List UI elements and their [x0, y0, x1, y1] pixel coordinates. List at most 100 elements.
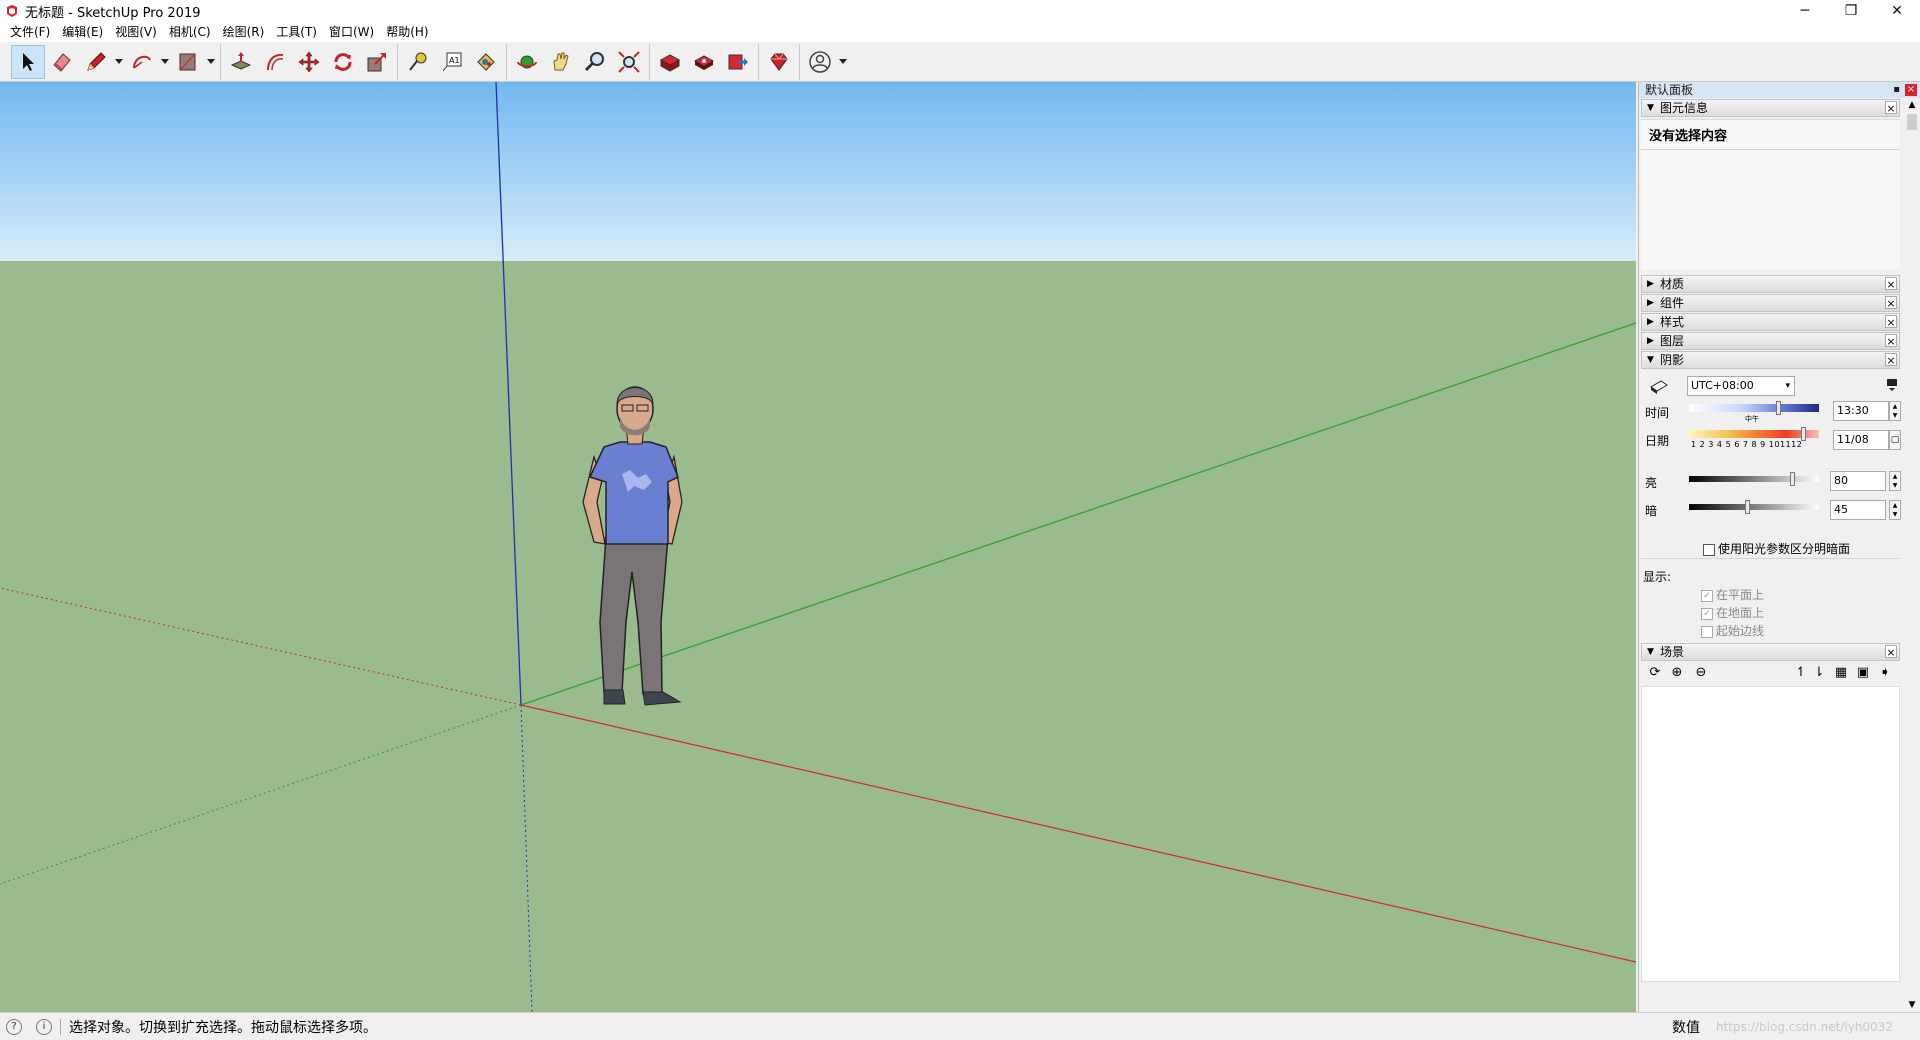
menu-window[interactable]: 窗口(W): [323, 22, 380, 42]
paint-bucket-tool-button[interactable]: [469, 45, 503, 79]
show-details-icon[interactable]: ➧: [1877, 665, 1893, 681]
tray-scrollbar[interactable]: ▲ ▼: [1904, 98, 1920, 1012]
light-field[interactable]: 80: [1830, 471, 1886, 491]
on-faces-row[interactable]: ✓ 在平面上: [1701, 586, 1764, 603]
eraser-tool-button[interactable]: [45, 45, 79, 79]
extension-warehouse-button[interactable]: [687, 45, 721, 79]
use-sun-checkbox[interactable]: [1703, 543, 1715, 556]
account-dropdown[interactable]: [837, 45, 849, 79]
pin-icon[interactable]: ▪: [1893, 82, 1900, 98]
panel-close-button[interactable]: ×: [1885, 315, 1897, 329]
account-button[interactable]: [803, 45, 837, 79]
move-scene-down-icon[interactable]: ⇂: [1811, 665, 1827, 681]
shape-dropdown[interactable]: [205, 45, 217, 79]
view-options-icon[interactable]: ▦: [1833, 665, 1849, 681]
scene-canvas[interactable]: [0, 82, 1636, 1012]
date-slider-track[interactable]: [1689, 430, 1819, 438]
panel-close-button[interactable]: ×: [1885, 645, 1897, 659]
light-slider-thumb[interactable]: [1790, 472, 1795, 486]
arc-dropdown[interactable]: [159, 45, 171, 79]
scenes-panel-header[interactable]: ▼ 场景 ×: [1641, 643, 1900, 661]
date-field[interactable]: 11/08: [1833, 430, 1889, 450]
panel-close-button[interactable]: ×: [1885, 296, 1897, 310]
scroll-up-icon[interactable]: ▲: [1904, 98, 1920, 112]
timezone-select[interactable]: UTC+08:00 ▾: [1687, 376, 1795, 396]
from-edges-row[interactable]: 起始边线: [1701, 622, 1764, 639]
expand-arrow-icon: ▶: [1647, 336, 1654, 346]
panel-close-button[interactable]: ×: [1885, 334, 1897, 348]
move-scene-up-icon[interactable]: ↿: [1793, 665, 1809, 681]
measurements-box[interactable]: https://blog.csdn.net/lyh0032: [1708, 1016, 1918, 1038]
maximize-button[interactable]: ❐: [1828, 0, 1874, 22]
on-ground-row[interactable]: ✓ 在地面上: [1701, 604, 1764, 621]
dark-slider-thumb[interactable]: [1744, 500, 1750, 514]
light-spinner[interactable]: ▲ ▼: [1889, 471, 1901, 491]
time-field[interactable]: 13:30: [1833, 401, 1889, 421]
menu-camera[interactable]: 相机(C): [163, 22, 217, 42]
components-panel-header[interactable]: ▶ 组件 ×: [1641, 294, 1900, 312]
3d-warehouse-button[interactable]: [653, 45, 687, 79]
text-tool-button[interactable]: A1: [435, 45, 469, 79]
model-viewport[interactable]: [0, 82, 1636, 1012]
scale-tool-button[interactable]: [360, 45, 394, 79]
tape-measure-tool-button[interactable]: [401, 45, 435, 79]
light-slider-track[interactable]: [1689, 476, 1819, 482]
scene-list[interactable]: [1641, 686, 1900, 982]
line-dropdown[interactable]: [113, 45, 125, 79]
pan-tool-button[interactable]: [544, 45, 578, 79]
menu-file[interactable]: 文件(F): [4, 22, 56, 42]
add-scene-icon[interactable]: ⊕: [1669, 665, 1685, 681]
menu-edit[interactable]: 编辑(E): [56, 22, 109, 42]
zoom-tool-button[interactable]: [578, 45, 612, 79]
entity-info-panel-header[interactable]: ▼ 图元信息 ×: [1641, 99, 1900, 117]
arc-tool-button[interactable]: [125, 45, 159, 79]
calendar-button[interactable]: ▢: [1889, 430, 1901, 450]
dark-field[interactable]: 45: [1830, 500, 1886, 520]
panel-close-button[interactable]: ×: [1885, 277, 1897, 291]
dark-spinner[interactable]: ▲ ▼: [1889, 500, 1901, 520]
dark-slider-track[interactable]: [1689, 504, 1819, 510]
expand-shadow-settings-button[interactable]: [1886, 378, 1898, 395]
tray-close-button[interactable]: ×: [1905, 84, 1917, 96]
date-slider-thumb[interactable]: [1801, 427, 1806, 441]
minimize-button[interactable]: ─: [1782, 0, 1828, 22]
move-tool-button[interactable]: [292, 45, 326, 79]
select-tool-button[interactable]: [11, 44, 45, 79]
use-sun-checkbox-row[interactable]: 使用阳光参数区分明暗面: [1703, 540, 1850, 557]
remove-scene-icon[interactable]: ⊖: [1693, 665, 1709, 681]
scroll-down-icon[interactable]: ▼: [1904, 998, 1920, 1012]
materials-panel-header[interactable]: ▶ 材质 ×: [1641, 275, 1900, 293]
menu-draw[interactable]: 绘图(R): [217, 22, 271, 42]
from-edges-checkbox[interactable]: [1701, 625, 1713, 638]
instructor-icon[interactable]: i: [36, 1018, 52, 1035]
on-ground-checkbox[interactable]: ✓: [1701, 607, 1713, 620]
send-to-layout-icon: [728, 54, 748, 69]
styles-panel-header[interactable]: ▶ 样式 ×: [1641, 313, 1900, 331]
menu-tools[interactable]: 工具(T): [270, 22, 323, 42]
ruby-console-button[interactable]: [762, 45, 796, 79]
rotate-tool-button[interactable]: [326, 45, 360, 79]
update-scene-icon[interactable]: ⟳: [1647, 665, 1663, 681]
menu-view[interactable]: 视图(V): [109, 22, 163, 42]
line-tool-button[interactable]: [79, 45, 113, 79]
offset-tool-button[interactable]: [258, 45, 292, 79]
time-spinner[interactable]: ▲ ▼: [1889, 401, 1901, 421]
geo-location-icon[interactable]: ?: [6, 1018, 22, 1035]
on-faces-checkbox[interactable]: ✓: [1701, 589, 1713, 602]
show-shadows-toggle[interactable]: [1649, 377, 1669, 398]
thumbnail-icon[interactable]: ▣: [1855, 665, 1871, 681]
time-slider-track[interactable]: [1689, 404, 1819, 412]
scroll-thumb[interactable]: [1907, 114, 1917, 130]
menu-help[interactable]: 帮助(H): [380, 22, 434, 42]
send-to-layout-button[interactable]: [721, 45, 755, 79]
shadows-panel-header[interactable]: ▼ 阴影 ×: [1641, 351, 1900, 369]
rectangle-tool-button[interactable]: [171, 45, 205, 79]
zoom-extents-tool-button[interactable]: [612, 45, 646, 79]
panel-close-button[interactable]: ×: [1885, 353, 1897, 367]
layers-panel-header[interactable]: ▶ 图层 ×: [1641, 332, 1900, 350]
push-pull-tool-button[interactable]: [224, 45, 258, 79]
time-slider-thumb[interactable]: [1776, 401, 1781, 415]
panel-close-button[interactable]: ×: [1885, 101, 1897, 115]
close-button[interactable]: ✕: [1874, 0, 1920, 22]
orbit-tool-button[interactable]: [510, 45, 544, 79]
